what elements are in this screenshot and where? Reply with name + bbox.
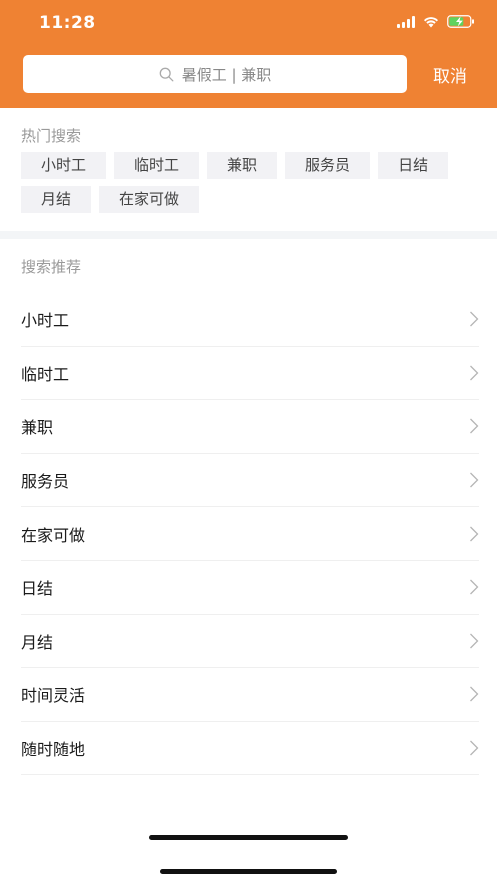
chevron-right-icon xyxy=(469,418,479,434)
hot-tag[interactable]: 临时工 xyxy=(114,152,200,179)
header-bar: 11:28 暑假工 | 兼职 取消 xyxy=(0,0,497,108)
battery-charging-icon xyxy=(447,15,475,28)
home-indicator-secondary xyxy=(160,869,337,874)
list-item-label: 兼职 xyxy=(21,418,54,438)
home-indicator[interactable] xyxy=(149,835,348,840)
cancel-button[interactable]: 取消 xyxy=(433,62,467,87)
list-item[interactable]: 兼职 xyxy=(21,400,479,454)
chevron-right-icon xyxy=(469,686,479,702)
list-item[interactable]: 服务员 xyxy=(21,454,479,508)
hot-tag[interactable]: 日结 xyxy=(378,152,449,179)
chevron-right-icon xyxy=(469,365,479,381)
recommend-title: 搜索推荐 xyxy=(21,258,82,276)
list-item[interactable]: 时间灵活 xyxy=(21,668,479,722)
hot-search-title: 热门搜索 xyxy=(21,127,82,145)
wifi-icon xyxy=(423,16,439,28)
chevron-right-icon xyxy=(469,740,479,756)
list-item-label: 日结 xyxy=(21,579,54,599)
list-item[interactable]: 临时工 xyxy=(21,347,479,401)
hot-search-tags: 小时工 临时工 兼职 服务员 日结 月结 在家可做 xyxy=(21,152,461,213)
chevron-right-icon xyxy=(469,526,479,542)
hot-tag[interactable]: 服务员 xyxy=(285,152,371,179)
list-item-label: 临时工 xyxy=(21,364,70,384)
list-item-label: 在家可做 xyxy=(21,525,86,545)
list-item-label: 月结 xyxy=(21,632,54,652)
list-item-label: 时间灵活 xyxy=(21,686,86,706)
list-item[interactable]: 在家可做 xyxy=(21,507,479,561)
signal-icon xyxy=(397,15,415,28)
list-item[interactable]: 日结 xyxy=(21,561,479,615)
chevron-right-icon xyxy=(469,311,479,327)
search-placeholder: 暑假工 | 兼职 xyxy=(181,65,272,84)
hot-tag[interactable]: 小时工 xyxy=(21,152,107,179)
status-icons xyxy=(397,15,475,28)
list-item[interactable]: 小时工 xyxy=(21,293,479,347)
chevron-right-icon xyxy=(469,472,479,488)
section-divider xyxy=(0,231,497,239)
hot-tag[interactable]: 兼职 xyxy=(207,152,278,179)
list-item[interactable]: 随时随地 xyxy=(21,722,479,776)
hot-tag[interactable]: 月结 xyxy=(21,186,92,213)
list-item-label: 服务员 xyxy=(21,472,70,492)
hot-tag[interactable]: 在家可做 xyxy=(99,186,200,213)
chevron-right-icon xyxy=(469,579,479,595)
status-time: 11:28 xyxy=(39,13,96,33)
recommend-list: 小时工 临时工 兼职 服务员 在家可做 日结 月结 时间灵活 随时随地 xyxy=(21,293,479,776)
search-input[interactable]: 暑假工 | 兼职 xyxy=(23,55,407,93)
list-item-label: 随时随地 xyxy=(21,740,86,760)
list-item-label: 小时工 xyxy=(21,311,70,331)
chevron-right-icon xyxy=(469,633,479,649)
search-icon xyxy=(159,67,174,82)
list-item[interactable]: 月结 xyxy=(21,615,479,669)
